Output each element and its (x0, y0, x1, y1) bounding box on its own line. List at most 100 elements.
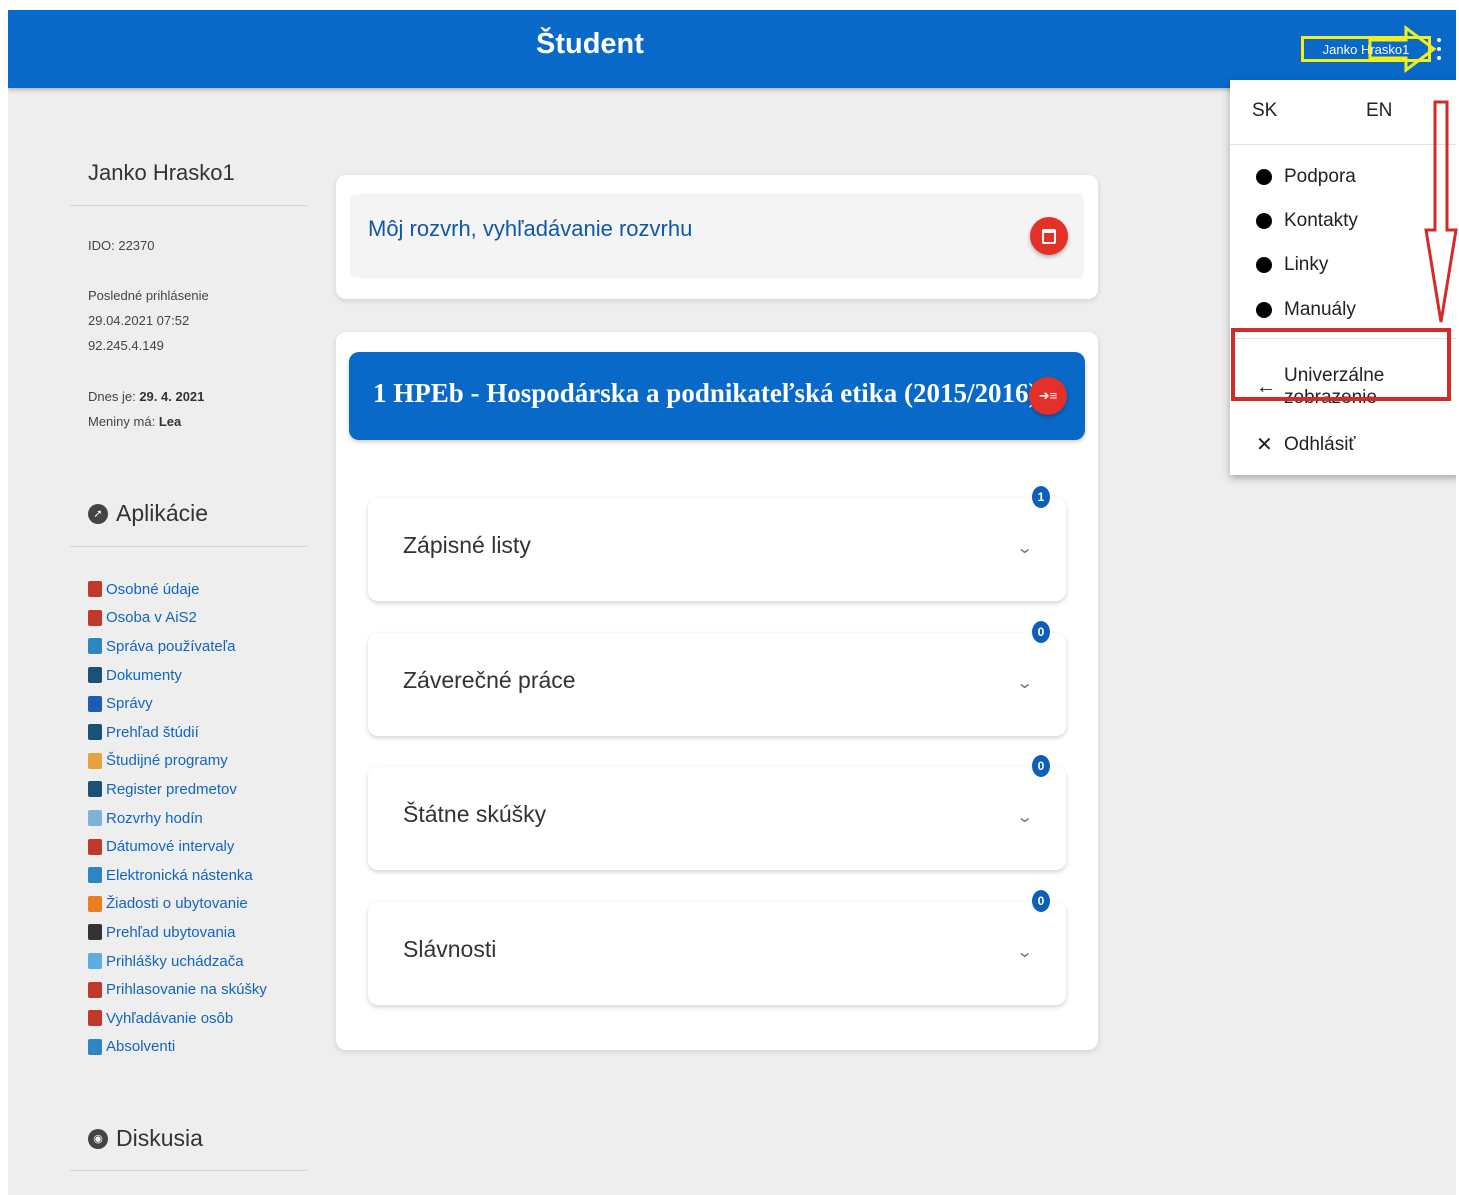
schedule-card: Môj rozvrh, vyhľadávanie rozvrhu (336, 175, 1098, 299)
ido-text: IDO: 22370 (88, 238, 155, 253)
bullet-icon (1256, 302, 1272, 318)
menu-item-links[interactable]: Linky (1256, 254, 1328, 276)
sidebar-app-label: Študijné programy (106, 752, 228, 770)
red-arrow-annotation-icon (1424, 100, 1458, 323)
sidebar-app-item[interactable]: Žiadosti o ubytovanie (88, 890, 267, 919)
sidebar-app-label: Prihlášky uchádzača (106, 952, 244, 970)
sidebar-app-item[interactable]: Prihlasovanie na skúšky (88, 975, 267, 1004)
sidebar-app-item[interactable]: Osoba v AiS2 (88, 604, 267, 633)
sidebar-app-label: Dátumové intervaly (106, 838, 235, 856)
person-search-icon (88, 1010, 102, 1027)
apps-list: Osobné údaje Osoba v AiS2 Správa používate… (88, 575, 267, 1061)
count-badge: 0 (1030, 618, 1052, 645)
chevron-down-icon: ⌄ (1015, 809, 1034, 826)
timetable-icon (88, 810, 102, 827)
sidebar-app-item[interactable]: Dátumové intervaly (88, 832, 267, 861)
last-login-info: Posledné prihlásenie 29.04.2021 07:52 92… (88, 283, 209, 358)
sidebar-divider (70, 546, 307, 547)
lang-sk-button[interactable]: SK (1252, 100, 1277, 122)
checkbox-icon (88, 953, 102, 970)
sidebar-app-label: Vyhľadávanie osôb (106, 1009, 234, 1027)
menu-item-support[interactable]: Podpora (1256, 166, 1356, 188)
document-icon (88, 667, 102, 684)
menu-item-label: Linky (1284, 254, 1329, 275)
today-value: 29. 4. 2021 (139, 389, 205, 404)
user-dropdown-menu: SK EN Podpora Kontakty Linky Manuály ← Un… (1230, 80, 1456, 475)
discussion-heading-label: Diskusia (116, 1125, 203, 1151)
person-icon (88, 609, 102, 626)
calendar-icon (88, 838, 102, 855)
sidebar-app-item[interactable]: Absolventi (88, 1033, 267, 1062)
study-overview-icon (88, 724, 102, 741)
users-tree-icon (88, 638, 102, 655)
sidebar-app-item[interactable]: Správy (88, 689, 267, 718)
count-badge: 0 (1030, 887, 1052, 914)
schedule-link[interactable]: Môj rozvrh, vyhľadávanie rozvrhu (368, 216, 692, 242)
sidebar-app-item[interactable]: Študijné programy (88, 747, 267, 776)
sidebar-app-item[interactable]: Rozvrhy hodín (88, 804, 267, 833)
sidebar-app-item[interactable]: Vyhľadávanie osôb (88, 1004, 267, 1033)
accommodation-request-icon (88, 895, 102, 912)
sidebar-app-item[interactable]: Správa používateľa (88, 632, 267, 661)
red-highlight-annotation (1231, 328, 1451, 401)
accordion-section[interactable]: Záverečné práce ⌄ (368, 632, 1066, 736)
sidebar-app-item[interactable]: Osobné údaje (88, 575, 267, 604)
menu-item-logout[interactable]: ✕ Odhlásiť (1256, 432, 1356, 457)
compass-icon: ➚ (88, 503, 108, 524)
enroll-list-icon: ➜≡ (1038, 388, 1058, 403)
grid-icon (88, 924, 102, 941)
accordion-section[interactable]: Slávnosti ⌄ (368, 901, 1066, 1005)
sidebar-app-label: Správy (106, 695, 153, 713)
count-badge: 1 (1030, 484, 1052, 510)
accordion-label: Zápisné listy (403, 532, 531, 558)
sidebar-app-item[interactable]: Prehľad štúdií (88, 718, 267, 747)
kebab-menu-icon[interactable] (1435, 38, 1443, 60)
menu-item-label: Kontakty (1284, 210, 1358, 231)
sidebar-app-label: Prihlasovanie na skúšky (106, 981, 267, 999)
sidebar-app-label: Register predmetov (106, 780, 237, 798)
lang-en-button[interactable]: EN (1366, 100, 1392, 122)
schedule-button[interactable] (1030, 217, 1068, 255)
chevron-down-icon: ⌄ (1015, 540, 1034, 557)
accordion-section[interactable]: Štátne skúšky ⌄ (368, 767, 1066, 870)
sidebar-app-label: Rozvrhy hodín (106, 809, 203, 827)
sidebar-divider (70, 205, 307, 206)
chevron-down-icon: ⌄ (1015, 943, 1034, 961)
sidebar-app-label: Elektronická nástenka (106, 866, 253, 884)
course-title: 1 HPEb - Hospodárska a podnikateľská eti… (373, 378, 1038, 408)
sidebar-app-item[interactable]: Elektronická nástenka (88, 861, 267, 890)
last-login-ip: 92.245.4.149 (88, 338, 164, 353)
sidebar-app-item[interactable]: Prihlášky uchádzača (88, 947, 267, 976)
menu-item-label: Manuály (1284, 299, 1356, 320)
accordion-section[interactable]: Zápisné listy ⌄ (368, 498, 1066, 601)
sidebar-app-label: Prehľad štúdií (106, 723, 199, 741)
nameday-value: Lea (158, 414, 182, 429)
accordion-label: Slávnosti (403, 935, 497, 962)
sidebar-app-item[interactable]: Prehľad ubytovania (88, 918, 267, 947)
calendar-icon (1042, 228, 1056, 244)
menu-item-manuals[interactable]: Manuály (1256, 299, 1356, 321)
sidebar-app-label: Osoba v AiS2 (106, 609, 197, 627)
course-action-button[interactable]: ➜≡ (1029, 377, 1067, 415)
discussion-icon: ◉ (88, 1128, 108, 1149)
close-icon: ✕ (1256, 434, 1273, 456)
list-icon (88, 752, 102, 769)
course-card: 1 HPEb - Hospodárska a podnikateľská eti… (336, 332, 1098, 1050)
accordion-label: Záverečné práce (403, 666, 576, 693)
schedule-link-panel[interactable]: Môj rozvrh, vyhľadávanie rozvrhu (350, 194, 1084, 278)
sidebar-app-label: Prehľad ubytovania (106, 923, 236, 941)
person-icon (88, 581, 102, 598)
exam-check-icon (88, 981, 102, 998)
sidebar-app-item[interactable]: Register predmetov (88, 775, 267, 804)
sidebar-app-label: Žiadosti o ubytovanie (106, 895, 248, 913)
board-icon (88, 867, 102, 884)
sidebar-app-item[interactable]: Dokumenty (88, 661, 267, 690)
message-icon (88, 695, 102, 712)
accordion-label: Štátne skúšky (403, 801, 547, 827)
menu-item-contacts[interactable]: Kontakty (1256, 210, 1358, 232)
yellow-arrow-annotation-icon (1368, 25, 1437, 73)
bullet-icon (1256, 213, 1272, 229)
today-label: Dnes je: (88, 389, 136, 404)
last-login-label: Posledné prihlásenie (88, 288, 209, 303)
menu-item-label: Odhlásiť (1284, 433, 1356, 455)
